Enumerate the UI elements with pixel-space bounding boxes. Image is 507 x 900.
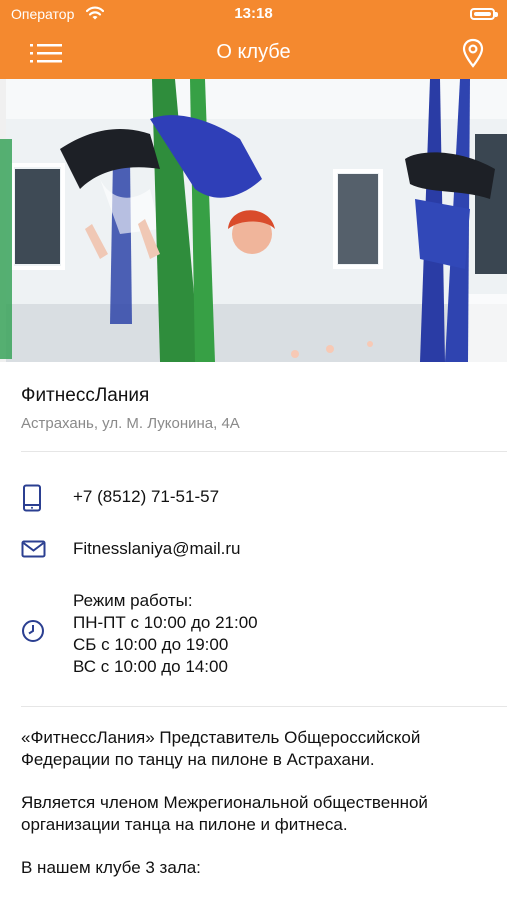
phone-icon (23, 484, 41, 512)
map-pin-icon[interactable] (461, 38, 485, 68)
battery-icon (470, 8, 498, 20)
hours-title: Режим работы: (73, 591, 193, 610)
nav-bar: О клубе (0, 28, 507, 79)
hours-sunday: ВС с 10:00 до 14:00 (73, 657, 228, 676)
divider (21, 451, 507, 452)
mail-icon (21, 540, 46, 558)
about-section: «ФитнессЛания» Представитель Общероссийс… (21, 727, 491, 900)
club-address: Астрахань, ул. М. Луконина, 4А (21, 415, 240, 432)
club-photo (0, 79, 507, 362)
email-link[interactable]: Fitnesslaniya@mail.ru (73, 539, 240, 559)
hours-saturday: СБ с 10:00 до 19:00 (73, 635, 229, 654)
hours-weekdays: ПН-ПТ с 10:00 до 21:00 (73, 613, 258, 632)
club-name: ФитнессЛания (21, 385, 150, 406)
about-paragraph: В нашем клубе 3 зала: (21, 858, 201, 877)
clock-icon (22, 620, 44, 642)
divider (21, 706, 507, 707)
app-header: Оператор 13:18 О клубе (0, 0, 507, 79)
status-time: 13:18 (234, 5, 273, 22)
about-paragraph: Является членом Межрегиональной обществе… (21, 793, 428, 834)
working-hours: Режим работы: ПН-ПТ с 10:00 до 21:00 СБ … (73, 590, 258, 678)
status-bar: Оператор 13:18 (0, 0, 507, 28)
phone-link[interactable]: +7 (8512) 71-51-57 (73, 487, 219, 507)
about-paragraph: «ФитнессЛания» Представитель Общероссийс… (21, 728, 421, 769)
page-title: О клубе (216, 41, 291, 63)
